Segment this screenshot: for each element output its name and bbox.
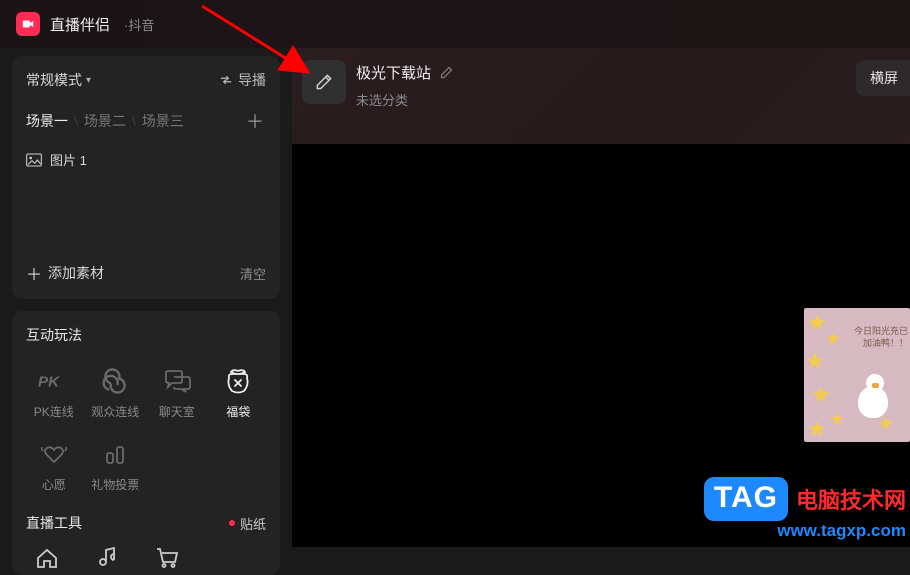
watermark-url: www.tagxp.com [777, 521, 906, 541]
interactive-label: 福袋 [226, 403, 250, 420]
interactive-label: 礼物投票 [91, 476, 139, 493]
interactive-label: 观众连线 [91, 403, 139, 420]
mode-select[interactable]: 常规模式 ▾ [26, 70, 91, 90]
music-icon[interactable] [94, 545, 120, 571]
interactive-panel: 互动玩法 PK PK连线 观众连线 [12, 311, 280, 575]
interactive-title: 互动玩法 [26, 325, 266, 345]
guide-button[interactable]: 导播 [219, 70, 266, 90]
overlay-text: 今日阳光充已 加油鸭！！ [854, 326, 908, 349]
scene-tabs: 场景一 \ 场景二 \ 场景三 ＋ [26, 108, 266, 134]
clear-button[interactable]: 清空 [240, 264, 266, 283]
add-source-label: 添加素材 [48, 263, 104, 283]
bag-icon [222, 365, 254, 397]
separator: \ [74, 113, 78, 129]
image-icon [26, 153, 42, 167]
stream-category[interactable]: 未选分类 [356, 90, 408, 109]
sticker-button[interactable]: 贴纸 [229, 514, 266, 533]
svg-text:PK: PK [38, 374, 60, 391]
edit-icon [314, 72, 334, 92]
interactive-label: 心愿 [42, 476, 66, 493]
app-title: 直播伴侣 [50, 14, 110, 35]
watermark-badge: TAG [704, 477, 788, 521]
interactive-item-wish[interactable]: 心愿 [26, 432, 82, 499]
content-area: 极光下载站 未选分类 横屏 今日阳光充已 加油鸭！！ [292, 48, 910, 547]
scene-tab-3[interactable]: 场景三 [142, 111, 184, 131]
source-item-image[interactable]: 图片 1 [26, 150, 266, 169]
watermark: TAG 电脑技术网 www.tagxp.com [704, 477, 906, 541]
link-icon [99, 365, 131, 397]
edit-title-button[interactable] [439, 65, 454, 80]
camera-icon [21, 17, 35, 31]
cover-edit-button[interactable] [302, 60, 346, 104]
overlay-image[interactable]: 今日阳光充已 加油鸭！！ [804, 308, 910, 442]
source-item-label: 图片 1 [50, 150, 87, 169]
sidebar: 常规模式 ▾ 导播 场景一 \ 场景二 \ 场景三 ＋ 图片 1 [0, 48, 292, 547]
mode-label: 常规模式 [26, 70, 82, 90]
interactive-item-chatroom[interactable]: 聊天室 [149, 359, 205, 426]
add-scene-button[interactable]: ＋ [244, 108, 266, 134]
sticker-label: 贴纸 [240, 514, 266, 533]
swap-icon [219, 73, 233, 87]
chat-icon [161, 365, 193, 397]
scenes-panel: 常规模式 ▾ 导播 场景一 \ 场景二 \ 场景三 ＋ 图片 1 [12, 56, 280, 299]
interactive-item-giftvote[interactable]: 礼物投票 [88, 432, 144, 499]
watermark-cn: 电脑技术网 [796, 483, 906, 515]
stream-title: 极光下载站 [356, 62, 431, 83]
interactive-label: PK连线 [34, 403, 74, 420]
cart-icon[interactable] [154, 545, 180, 571]
orientation-button[interactable]: 横屏 [856, 60, 910, 96]
scene-tab-1[interactable]: 场景一 [26, 111, 68, 131]
title-bar: 直播伴侣 ·抖音 [0, 0, 910, 48]
separator: \ [132, 113, 136, 129]
guide-label: 导播 [238, 70, 266, 90]
interactive-item-pk[interactable]: PK PK连线 [26, 359, 82, 426]
pk-icon: PK [38, 365, 70, 397]
scene-tab-2[interactable]: 场景二 [84, 111, 126, 131]
wish-icon [38, 438, 70, 470]
tools-title: 直播工具 [26, 513, 82, 533]
vote-icon [99, 438, 131, 470]
add-source-button[interactable]: ＋ 添加素材 [26, 261, 104, 285]
interactive-label: 聊天室 [159, 403, 195, 420]
app-logo [16, 12, 40, 36]
plus-icon: ＋ [26, 261, 42, 285]
orientation-label: 横屏 [870, 68, 898, 88]
duck-illustration [852, 370, 894, 420]
chevron-down-icon: ▾ [86, 75, 91, 86]
notification-dot-icon [229, 520, 235, 526]
interactive-item-audience[interactable]: 观众连线 [88, 359, 144, 426]
app-subtitle: ·抖音 [124, 15, 154, 34]
interactive-item-luckybag[interactable]: 福袋 [211, 359, 267, 426]
home-icon[interactable] [34, 545, 60, 571]
